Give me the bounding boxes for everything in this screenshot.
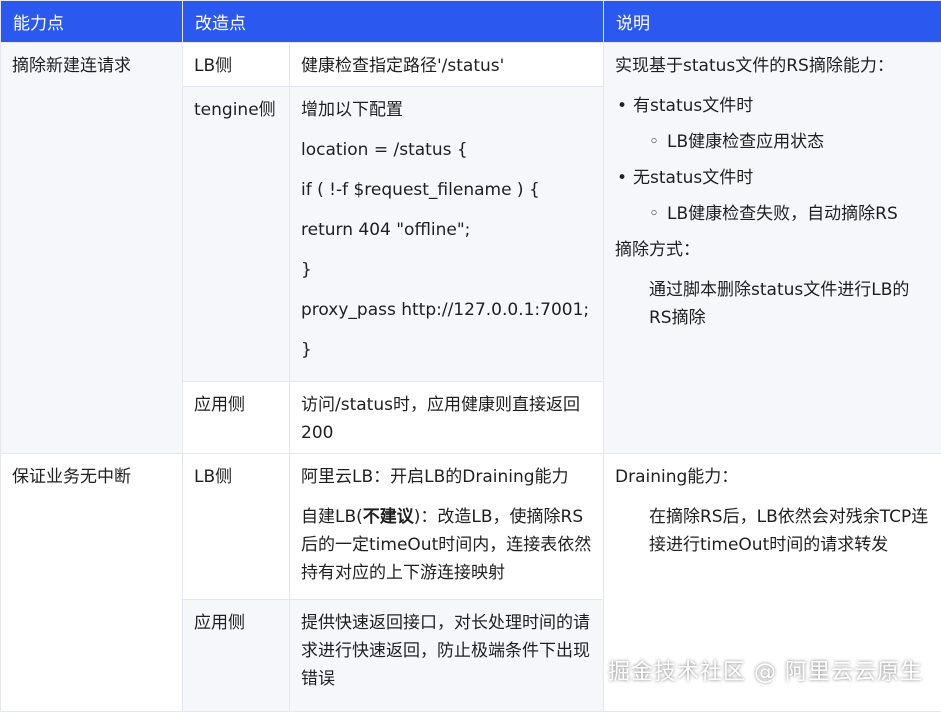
capability-cell: 保证业务无中断 bbox=[1, 454, 183, 712]
text-span: 自建LB( bbox=[301, 507, 363, 527]
config-line: location = /status { bbox=[301, 136, 592, 164]
detail-cell: 阿里云LB：开启LB的Draining能力 自建LB(不建议)：改造LB，使摘除… bbox=[290, 454, 604, 600]
table-row: 保证业务无中断 LB侧 阿里云LB：开启LB的Draining能力 自建LB(不… bbox=[1, 454, 941, 600]
header-modification: 改造点 bbox=[183, 1, 604, 43]
detail-text: 访问/status时，应用健康则直接返回200 bbox=[301, 391, 592, 447]
side-cell: 应用侧 bbox=[183, 382, 290, 454]
bullet-item: 有status文件时 bbox=[615, 92, 930, 120]
config-line: proxy_pass http://127.0.0.1:7001; bbox=[301, 296, 592, 324]
config-cell: 增加以下配置 location = /status { if ( !-f $re… bbox=[290, 87, 604, 382]
notes-text: 在摘除RS后，LB依然会对残余TCP连接进行timeOut时间的请求转发 bbox=[615, 503, 930, 559]
detail-text: 自建LB(不建议)：改造LB，使摘除RS后的一定timeOut时间内，连接表依然… bbox=[301, 503, 592, 587]
side-cell: tengine侧 bbox=[183, 87, 290, 382]
config-line: 增加以下配置 bbox=[301, 96, 592, 124]
detail-text: 健康检查指定路径'/status' bbox=[301, 52, 592, 80]
header-description: 说明 bbox=[604, 1, 941, 43]
table-header-row: 能力点 改造点 说明 bbox=[1, 1, 941, 43]
config-line: } bbox=[301, 256, 592, 284]
detail-text: 提供快速返回接口，对长处理时间的请求进行快速返回，防止极端条件下出现错误 bbox=[301, 609, 592, 693]
sub-bullet-item: LB健康检查应用状态 bbox=[615, 128, 930, 156]
config-line: if ( !-f $request_filename ) { bbox=[301, 176, 592, 204]
capability-table: 能力点 改造点 说明 摘除新建连请求 LB侧 健康检查指定路径'/status'… bbox=[0, 0, 941, 712]
capability-cell: 摘除新建连请求 bbox=[1, 43, 183, 454]
emphasis-text: 不建议 bbox=[363, 507, 414, 527]
notes-method-label: 摘除方式： bbox=[615, 236, 930, 264]
watermark: 掘金技术社区 @ 阿里云云原生 bbox=[608, 654, 923, 686]
side-cell: LB侧 bbox=[183, 43, 290, 87]
bullet-item: 无status文件时 bbox=[615, 164, 930, 192]
detail-cell: 健康检查指定路径'/status' bbox=[290, 43, 604, 87]
notes-method-text: 通过脚本删除status文件进行LB的RS摘除 bbox=[615, 276, 930, 332]
header-capability: 能力点 bbox=[1, 1, 183, 43]
config-line: } bbox=[301, 336, 592, 364]
detail-cell: 访问/status时，应用健康则直接返回200 bbox=[290, 382, 604, 454]
notes-title: Draining能力： bbox=[615, 463, 930, 491]
table-row: 摘除新建连请求 LB侧 健康检查指定路径'/status' 实现基于status… bbox=[1, 43, 941, 87]
side-cell: 应用侧 bbox=[183, 600, 290, 712]
detail-cell: 提供快速返回接口，对长处理时间的请求进行快速返回，防止极端条件下出现错误 bbox=[290, 600, 604, 712]
notes-intro: 实现基于status文件的RS摘除能力： bbox=[615, 52, 930, 80]
side-cell: LB侧 bbox=[183, 454, 290, 600]
config-line: return 404 "offline"; bbox=[301, 216, 592, 244]
detail-text: 阿里云LB：开启LB的Draining能力 bbox=[301, 463, 592, 491]
sub-bullet-item: LB健康检查失败，自动摘除RS bbox=[615, 200, 930, 228]
notes-cell: 实现基于status文件的RS摘除能力： 有status文件时 LB健康检查应用… bbox=[604, 43, 941, 454]
